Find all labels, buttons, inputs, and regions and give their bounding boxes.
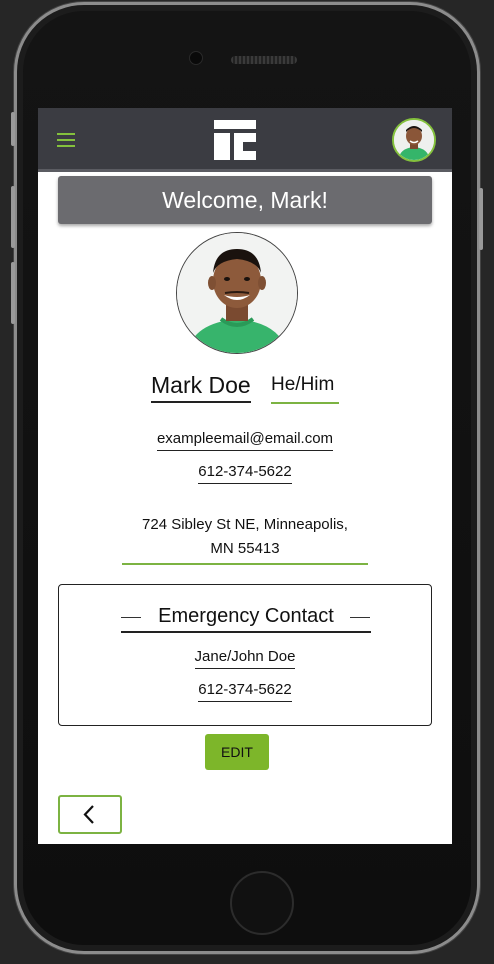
profile-phone[interactable]: 612-374-5622	[198, 463, 292, 484]
address-line-2: MN 55413	[210, 540, 280, 557]
edit-button[interactable]: EDIT	[205, 734, 269, 770]
front-camera	[189, 51, 203, 65]
profile-email[interactable]: exampleemail@email.com	[156, 430, 334, 451]
title-dash-right	[350, 617, 370, 618]
profile-photo	[176, 232, 298, 354]
profile-email-row: exampleemail@email.com	[38, 430, 452, 451]
volume-up-button	[11, 186, 15, 248]
hamburger-menu-icon[interactable]	[57, 133, 75, 147]
profile-phone-row: 612-374-5622	[38, 463, 452, 484]
power-button	[479, 188, 483, 250]
chevron-left-icon	[83, 805, 94, 824]
top-navigation-bar	[38, 108, 452, 172]
emergency-contact-card: Emergency Contact Jane/John Doe 612-374-…	[58, 584, 432, 726]
app-screen: Welcome, Mark! Mark Doe He/Him exampleem…	[38, 108, 452, 844]
emergency-contact-phone[interactable]: 612-374-5622	[198, 681, 292, 702]
profile-pronouns: He/Him	[271, 374, 339, 404]
user-avatar-icon[interactable]	[392, 118, 436, 162]
address-line-1: 724 Sibley St NE, Minneapolis,	[142, 516, 348, 533]
earpiece-speaker	[231, 56, 297, 64]
emergency-contact-name-row: Jane/John Doe	[59, 648, 431, 669]
emergency-contact-phone-row: 612-374-5622	[59, 681, 431, 702]
app-logo-icon	[214, 120, 256, 160]
back-button[interactable]	[58, 795, 122, 834]
mute-switch	[11, 112, 15, 146]
profile-address: 724 Sibley St NE, Minneapolis, MN 55413	[122, 513, 368, 565]
emergency-contact-name: Jane/John Doe	[194, 648, 296, 669]
volume-down-button	[11, 262, 15, 324]
welcome-banner: Welcome, Mark!	[58, 176, 432, 224]
emergency-contact-title: Emergency Contact	[121, 605, 371, 633]
profile-name: Mark Doe	[151, 372, 251, 403]
home-button[interactable]	[230, 871, 294, 935]
